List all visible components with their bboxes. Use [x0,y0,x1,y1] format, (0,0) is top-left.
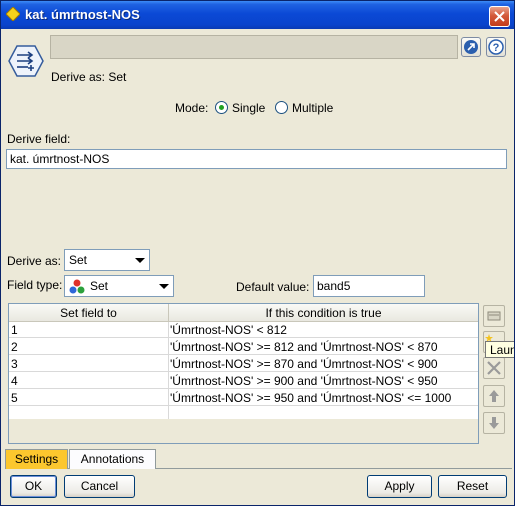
cell-set-field-value[interactable]: 2 [11,339,167,355]
cell-condition[interactable]: 'Úmrtnost-NOS' >= 870 and 'Úmrtnost-NOS'… [170,356,476,372]
column-header-condition[interactable]: If this condition is true [169,304,478,322]
help-icon: ? [488,39,504,55]
derive-field-input[interactable]: kat. úmrtnost-NOS [6,149,507,169]
mode-single-radio[interactable] [215,101,228,114]
column-header-set-field-to[interactable]: Set field to [9,304,169,322]
tab-annotations[interactable]: Annotations [69,449,156,469]
add-condition-button[interactable] [483,305,505,327]
derive-field-label: Derive field: [7,132,71,146]
cell-set-field-value[interactable]: 4 [11,373,167,389]
cell-set-field-value[interactable]: 5 [11,390,167,406]
launch-button[interactable] [461,37,481,57]
derive-as-label: Derive as: [7,254,62,268]
cell-condition[interactable]: 'Úmrtnost-NOS' >= 812 and 'Úmrtnost-NOS'… [170,339,476,355]
header-strip [50,35,458,59]
cell-condition[interactable]: 'Úmrtnost-NOS' >= 950 and 'Úmrtnost-NOS'… [170,390,476,406]
table-row[interactable]: 5 'Úmrtnost-NOS' >= 950 and 'Úmrtnost-NO… [9,390,478,406]
tab-settings[interactable]: Settings [5,449,68,469]
move-down-button[interactable] [483,412,505,434]
mode-label: Mode: [175,101,209,115]
cell-condition[interactable]: 'Úmrtnost-NOS' >= 900 and 'Úmrtnost-NOS'… [170,373,476,389]
table-row[interactable]: 1 'Úmrtnost-NOS' < 812 [9,322,478,338]
delete-icon [487,361,501,375]
reset-button-label: Reset [456,479,489,493]
field-type-label: Field type: [7,278,63,292]
field-type-value: Set [90,279,109,293]
default-value-input[interactable]: band5 [313,275,425,297]
arrow-up-icon [489,390,499,402]
table-row[interactable]: 2 'Úmrtnost-NOS' >= 812 and 'Úmrtnost-NO… [9,339,478,355]
apply-button[interactable]: Apply [367,475,432,498]
launch-icon [464,40,478,54]
table-header: Set field to If this condition is true [9,304,478,322]
derive-as-dropdown[interactable]: Set [64,249,150,271]
svg-text:?: ? [493,42,500,54]
set-type-icon [69,279,85,294]
window-title: kat. úmrtnost-NOS [25,7,140,22]
chevron-down-icon [159,284,169,289]
reset-button[interactable]: Reset [438,475,507,498]
table-empty-area [9,419,478,443]
delete-condition-button[interactable] [483,357,505,379]
title-bar[interactable]: kat. úmrtnost-NOS [1,1,514,29]
tooltip: Laun [485,341,514,358]
header-subtitle: Derive as: Set [51,70,127,84]
set-rules-table[interactable]: Set field to If this condition is true 1… [8,303,479,444]
apply-button-label: Apply [384,479,415,493]
move-up-button[interactable] [483,385,505,407]
table-row[interactable]: 4 'Úmrtnost-NOS' >= 900 and 'Úmrtnost-NO… [9,373,478,389]
cancel-button-label: Cancel [80,479,119,493]
derive-as-value: Set [69,253,88,267]
derive-dialog-window: kat. úmrtnost-NOS ? Derive as: Set Mode:… [0,0,515,506]
arrow-down-icon [489,417,499,429]
cell-set-field-value[interactable]: 3 [11,356,167,372]
cell-condition[interactable]: 'Úmrtnost-NOS' < 812 [170,322,476,338]
help-button[interactable]: ? [486,37,506,57]
chevron-down-icon [135,258,145,263]
ok-button[interactable]: OK [10,475,57,498]
close-icon [494,11,505,22]
radio-selected-dot [219,105,224,110]
derive-node-icon [8,45,44,77]
cell-set-field-value[interactable]: 1 [11,322,167,338]
field-type-dropdown[interactable]: Set [64,275,174,297]
diamond-node-icon [6,7,20,21]
mode-single-label[interactable]: Single [232,101,265,115]
default-value-label: Default value: [236,280,310,294]
table-row[interactable]: 3 'Úmrtnost-NOS' >= 870 and 'Úmrtnost-NO… [9,356,478,372]
add-row-icon [487,311,501,321]
mode-multiple-label[interactable]: Multiple [292,101,333,115]
ok-button-label: OK [24,479,43,493]
mode-multiple-radio[interactable] [275,101,288,114]
close-button[interactable] [489,6,510,27]
cancel-button[interactable]: Cancel [64,475,135,498]
